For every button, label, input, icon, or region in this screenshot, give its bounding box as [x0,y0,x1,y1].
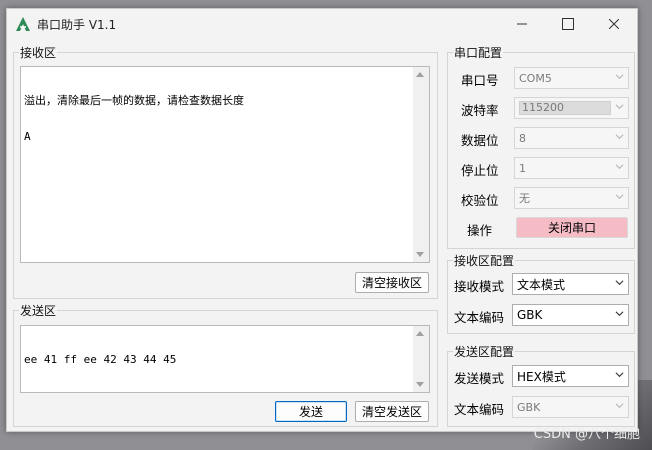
close-button[interactable] [591,9,637,39]
clear-receive-button[interactable]: 清空接收区 [355,272,429,293]
app-window: 串口助手 V1.1 接收区 溢出，清除最后一帧的数据，请检查数据长度 A 清空接… [6,8,638,432]
chevron-down-icon [615,134,624,140]
chevron-down-icon [615,403,624,409]
minimize-button[interactable] [499,9,545,39]
stopbits-select[interactable]: 1 [514,157,629,179]
send-encoding-value: GBK [517,400,541,414]
send-button[interactable]: 发送 [275,401,347,422]
serial-config-group: 串口配置 串口号 COM5 波特率 115200 数据位 8 停止位 1 校验位… [447,44,635,249]
send-text: ee 41 ff ee 42 43 44 45 [24,353,177,366]
maximize-icon [562,18,574,30]
receive-encoding-select[interactable]: GBK [512,304,629,326]
receive-config-group: 接收区配置 接收模式 文本模式 文本编码 GBK [447,252,635,334]
receive-scrollbar[interactable] [413,67,429,262]
port-label: 串口号 [461,73,499,88]
baud-label: 波特率 [461,103,499,118]
port-value: COM5 [519,71,552,85]
maximize-button[interactable] [545,9,591,39]
receive-textarea[interactable]: 溢出，清除最后一帧的数据，请检查数据长度 A [20,66,430,263]
send-mode-label: 发送模式 [454,371,505,386]
title-bar[interactable]: 串口助手 V1.1 [7,9,637,39]
receive-encoding-label: 文本编码 [454,310,505,325]
databits-select[interactable]: 8 [514,127,629,149]
databits-label: 数据位 [461,133,499,148]
send-config-title: 发送区配置 [453,343,516,360]
chevron-down-icon [615,280,624,286]
window-title: 串口助手 V1.1 [37,18,117,32]
minimize-icon [517,23,527,25]
receive-group: 接收区 溢出，清除最后一帧的数据，请检查数据长度 A 清空接收区 [13,44,438,299]
chevron-down-icon [615,311,624,317]
send-group-title: 发送区 [19,302,58,319]
port-select[interactable]: COM5 [514,67,629,89]
receive-text-line-1: 溢出，清除最后一帧的数据，请检查数据长度 [24,94,244,107]
close-icon [609,19,619,29]
send-group: 发送区 ee 41 ff ee 42 43 44 45 发送 清空发送区 [13,302,438,427]
send-scrollbar[interactable] [413,326,429,392]
receive-mode-value: 文本模式 [517,277,566,292]
chevron-down-icon [615,74,624,80]
scroll-down-arrow-icon[interactable] [416,382,424,387]
clear-send-button[interactable]: 清空发送区 [355,401,429,422]
app-logo-icon [16,17,30,31]
chevron-down-icon [615,164,624,170]
watermark: CSDN @八个细胞 [533,427,640,442]
scroll-up-arrow-icon[interactable] [416,72,424,77]
serial-config-title: 串口配置 [453,44,504,61]
operation-label: 操作 [467,223,493,238]
send-config-group: 发送区配置 发送模式 HEX模式 文本编码 GBK [447,343,635,427]
send-mode-select[interactable]: HEX模式 [512,365,629,387]
send-textarea[interactable]: ee 41 ff ee 42 43 44 45 [20,325,430,393]
send-encoding-label: 文本编码 [454,402,505,417]
receive-config-title: 接收区配置 [453,252,516,269]
receive-text-line-2: A [24,130,31,143]
scroll-down-arrow-icon[interactable] [416,252,424,257]
parity-value: 无 [519,192,530,205]
send-mode-value: HEX模式 [517,369,566,384]
stopbits-label: 停止位 [461,163,499,178]
chevron-down-icon [615,104,624,110]
parity-label: 校验位 [461,193,499,208]
send-encoding-select[interactable]: GBK [512,396,629,418]
scroll-up-arrow-icon[interactable] [416,331,424,336]
parity-select[interactable]: 无 [514,187,629,209]
receive-mode-select[interactable]: 文本模式 [512,273,629,295]
chevron-down-icon [615,372,624,378]
close-port-button[interactable]: 关闭串口 [516,217,628,238]
receive-group-title: 接收区 [19,44,58,61]
baud-value[interactable]: 115200 [519,101,611,115]
receive-mode-label: 接收模式 [454,279,505,294]
chevron-down-icon [615,194,624,200]
databits-value: 8 [519,131,526,145]
baud-select[interactable]: 115200 [514,97,629,119]
receive-encoding-value: GBK [517,308,543,322]
stopbits-value: 1 [519,161,526,175]
